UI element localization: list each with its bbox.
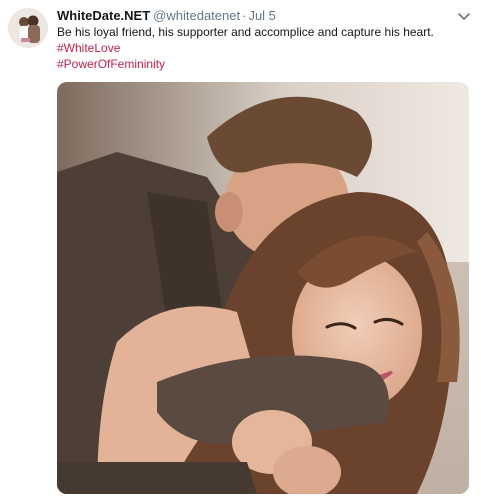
profile-avatar-icon — [8, 8, 48, 48]
hashtag-link[interactable]: #PowerOfFemininity — [57, 57, 165, 72]
user-handle[interactable]: @whitedatenet — [153, 8, 240, 23]
tweet-text: Be his loyal friend, his supporter and a… — [57, 25, 434, 39]
chevron-down-icon[interactable] — [456, 10, 472, 24]
hashtag-link[interactable]: #WhiteLove — [57, 41, 120, 56]
display-name[interactable]: WhiteDate.NET — [57, 8, 150, 23]
tweet-date[interactable]: Jul 5 — [248, 8, 275, 23]
tweet-media-image[interactable] — [57, 82, 469, 494]
tweet: WhiteDate.NET @whitedatenet · Jul 5 Be his … — [0, 0, 481, 500]
avatar[interactable] — [8, 8, 48, 48]
photo-couple-embrace-icon — [57, 82, 469, 494]
tweet-header: WhiteDate.NET @whitedatenet · Jul 5 — [57, 8, 447, 24]
separator-dot: · — [242, 8, 247, 23]
